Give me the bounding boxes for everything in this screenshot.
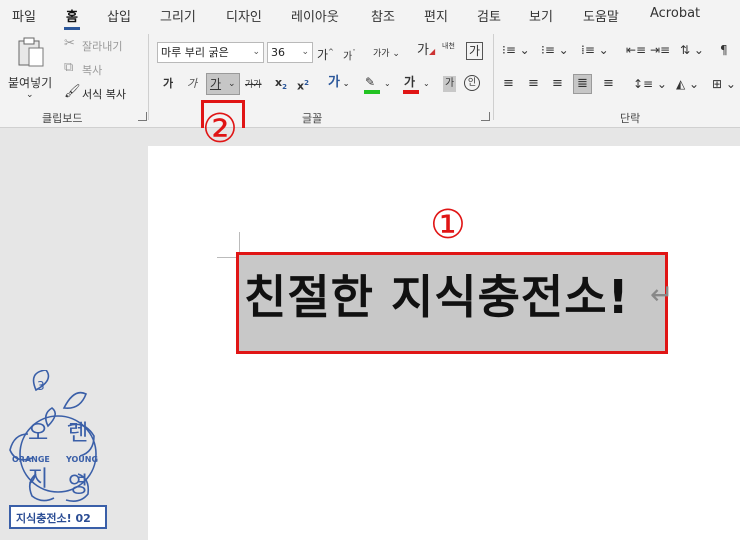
increase-indent-icon[interactable]: ⇥≡ <box>650 42 670 58</box>
font-group-label: 글꼴 <box>302 112 323 125</box>
chevron-down-icon: ⌄ <box>228 79 236 89</box>
paragraph-group-label: 단락 <box>620 112 641 125</box>
scissors-icon: ✂ <box>64 36 75 51</box>
tab-draw[interactable]: 그리기 <box>160 6 196 25</box>
align-center-icon[interactable]: ≡ <box>528 76 539 92</box>
highlight-color-button[interactable]: ✎ ⌄ <box>364 74 398 96</box>
copy-label: 복사 <box>82 64 103 77</box>
ribbon: 붙여넣기 ⌄ ✂ 잘라내기 ⧉ 복사 🖌 서식 복사 클립보드 마루 부리 굵은… <box>0 30 740 133</box>
decrease-indent-icon[interactable]: ⇤≡ <box>626 42 646 58</box>
tab-file[interactable]: 파일 <box>12 6 36 25</box>
svg-text:렌: 렌 <box>68 421 88 446</box>
sort-icon[interactable]: ⇅ ⌄ <box>680 42 704 58</box>
phonetic-guide-icon[interactable]: 내천 <box>442 42 458 50</box>
char-shading-icon[interactable]: 가 <box>443 76 457 92</box>
clipboard-group-label: 클립보드 <box>42 112 83 125</box>
svg-text:YOUNG: YOUNG <box>65 455 98 464</box>
highlighter-icon: ✎ <box>365 75 376 89</box>
align-left-icon[interactable]: ≡ <box>503 76 514 92</box>
tab-insert[interactable]: 삽입 <box>107 6 131 25</box>
distributed-icon[interactable]: ≡ <box>603 76 614 92</box>
font-name-value: 마루 부리 굵은 <box>161 46 229 59</box>
font-size-value: 36 <box>271 46 285 59</box>
numbering-icon[interactable]: ⁝≡ ⌄ <box>541 42 569 58</box>
ribbon-tabs: 파일 홈 삽입 그리기 디자인 레이아웃 참조 편지 검토 보기 도움말 Acr… <box>0 0 740 30</box>
svg-text:지: 지 <box>28 467 48 492</box>
justify-icon[interactable]: ≣ <box>573 74 592 94</box>
svg-text:지식충전소! 02: 지식충전소! 02 <box>16 511 91 525</box>
bullets-icon[interactable]: ⁝≡ ⌄ <box>502 42 530 58</box>
callout-two: ② <box>202 106 238 152</box>
align-right-icon[interactable]: ≡ <box>552 76 563 92</box>
tab-design[interactable]: 디자인 <box>226 6 262 25</box>
underline-icon: 가 <box>210 77 222 91</box>
text-effect-icon[interactable]: 가 ⌄ <box>328 75 349 92</box>
font-color-swatch <box>403 90 419 94</box>
tab-help[interactable]: 도움말 <box>583 6 619 25</box>
superscript-icon[interactable]: x2 <box>297 75 309 95</box>
copy-icon: ⧉ <box>64 60 74 75</box>
font-color-button[interactable]: 가 ⌄ <box>403 74 437 96</box>
tab-view[interactable]: 보기 <box>529 6 553 25</box>
chevron-down-icon: ⌄ <box>423 79 430 88</box>
paste-label: 붙여넣기 <box>8 76 53 90</box>
chevron-down-icon: ⌄ <box>384 79 391 88</box>
underline-button[interactable]: 가 ⌄ <box>206 73 240 95</box>
clear-format-icon[interactable]: 가◢ <box>417 43 435 60</box>
chevron-down-icon: ⌄ <box>301 47 309 57</box>
svg-text:3: 3 <box>37 379 45 393</box>
word-window: 파일 홈 삽입 그리기 디자인 레이아웃 참조 편지 검토 보기 도움말 Acr… <box>0 0 740 540</box>
tab-mailings[interactable]: 편지 <box>424 6 448 25</box>
subscript-icon[interactable]: x2 <box>275 75 287 95</box>
show-marks-icon[interactable]: ¶ <box>720 42 728 58</box>
paragraph-mark: ↵ <box>650 278 674 311</box>
shrink-font-icon[interactable]: 가ˇ <box>343 45 356 65</box>
svg-text:영: 영 <box>68 473 88 498</box>
copy-button[interactable]: ⧉ 복사 <box>64 60 124 78</box>
separator <box>148 34 149 120</box>
italic-icon[interactable]: 가 <box>187 76 197 92</box>
tab-references[interactable]: 참조 <box>371 6 395 25</box>
borders-icon[interactable]: ⊞ ⌄ <box>712 76 736 92</box>
enclose-char-icon[interactable]: 인 <box>464 75 480 91</box>
font-launcher-icon[interactable] <box>481 112 490 121</box>
clipboard-launcher-icon[interactable] <box>138 112 147 121</box>
strikethrough-icon[interactable]: 가가 <box>245 77 262 93</box>
orange-young-logo: 오 렌 ORANGE YOUNG 지 영 3 지식충전소! 02 <box>6 369 112 535</box>
brush-icon: 🖌 <box>64 84 81 99</box>
paste-button[interactable]: 붙여넣기 ⌄ <box>8 36 52 102</box>
grow-font-icon[interactable]: 가^ <box>317 44 334 63</box>
callout-one: ① <box>430 202 466 248</box>
format-painter-button[interactable]: 🖌 서식 복사 <box>64 84 144 102</box>
format-painter-label: 서식 복사 <box>82 88 126 101</box>
font-color-icon: 가 <box>404 75 416 89</box>
paste-icon <box>18 37 44 67</box>
line-spacing-icon[interactable]: ↕≡ ⌄ <box>633 76 667 92</box>
font-name-select[interactable]: 마루 부리 굵은 ⌄ <box>157 42 264 63</box>
tab-home[interactable]: 홈 <box>64 6 80 30</box>
tab-review[interactable]: 검토 <box>477 6 501 25</box>
cut-button[interactable]: ✂ 잘라내기 <box>64 36 144 54</box>
document-heading[interactable]: 친절한 지식충전소! <box>244 268 630 326</box>
svg-text:오: 오 <box>28 421 48 446</box>
change-case-icon[interactable]: 가가 ⌄ <box>373 46 400 62</box>
tab-layout[interactable]: 레이아웃 <box>291 6 339 25</box>
logo-graphic: 오 렌 ORANGE YOUNG 지 영 3 지식충전소! 02 <box>9 369 107 529</box>
svg-text:ORANGE: ORANGE <box>12 455 50 464</box>
char-border-icon[interactable]: 가 <box>466 42 484 60</box>
paste-dropdown-caret: ⌄ <box>26 90 34 100</box>
cut-label: 잘라내기 <box>82 40 123 53</box>
font-size-select[interactable]: 36 ⌄ <box>267 42 313 63</box>
highlight-swatch <box>364 90 380 94</box>
bold-icon[interactable]: 가 <box>163 76 173 92</box>
chevron-down-icon: ⌄ <box>252 47 260 57</box>
separator <box>493 34 494 120</box>
tab-acrobat[interactable]: Acrobat <box>650 6 700 21</box>
multilevel-list-icon[interactable]: ⁞≡ ⌄ <box>581 42 609 58</box>
paragraph-shading-icon[interactable]: ◭ ⌄ <box>676 76 699 92</box>
